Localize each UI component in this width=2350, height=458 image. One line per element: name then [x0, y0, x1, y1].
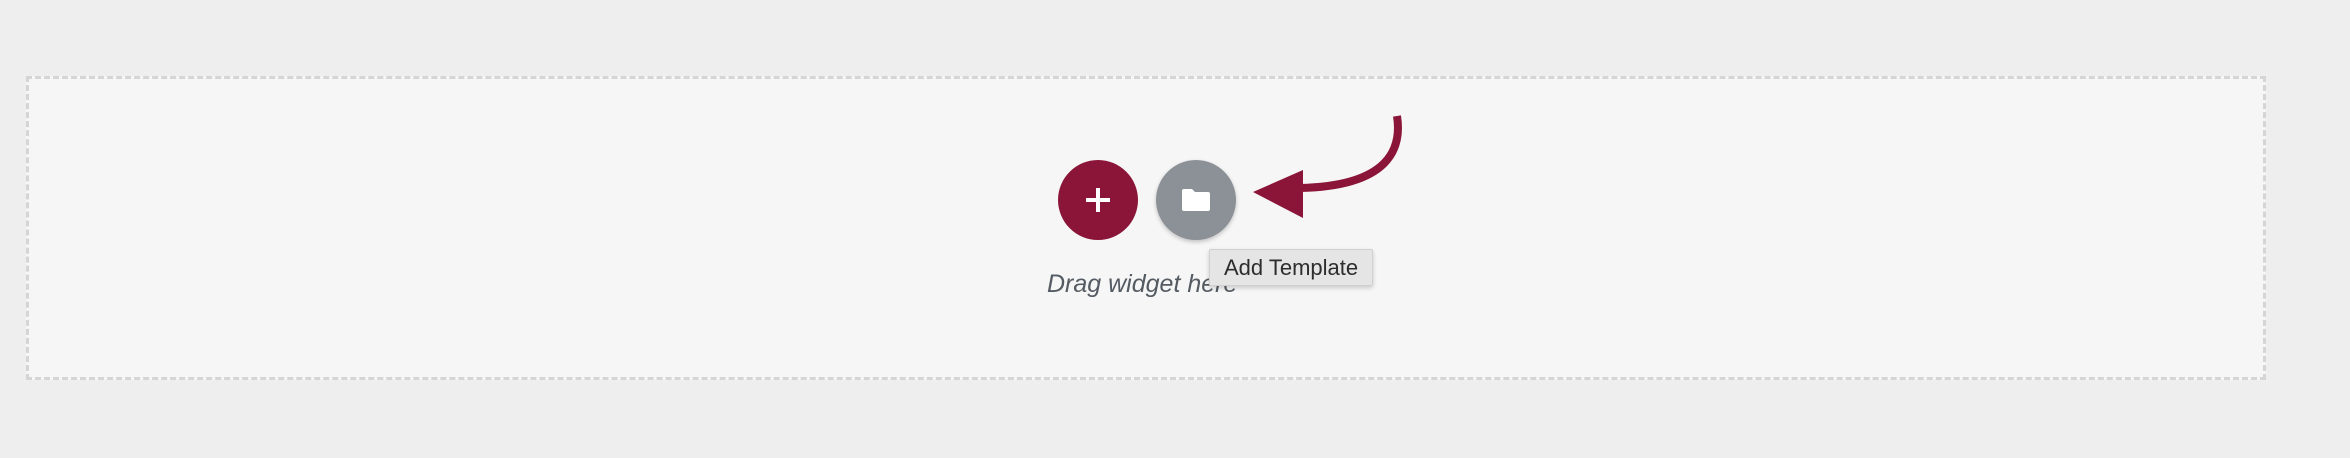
add-widget-button[interactable]: [1058, 160, 1138, 240]
add-template-button[interactable]: [1156, 160, 1236, 240]
plus-icon: [1084, 186, 1112, 214]
folder-icon: [1180, 187, 1212, 213]
add-template-tooltip: Add Template: [1209, 249, 1374, 286]
widget-drop-area[interactable]: [26, 76, 2266, 380]
pointer-arrow-icon: [1253, 115, 1402, 218]
